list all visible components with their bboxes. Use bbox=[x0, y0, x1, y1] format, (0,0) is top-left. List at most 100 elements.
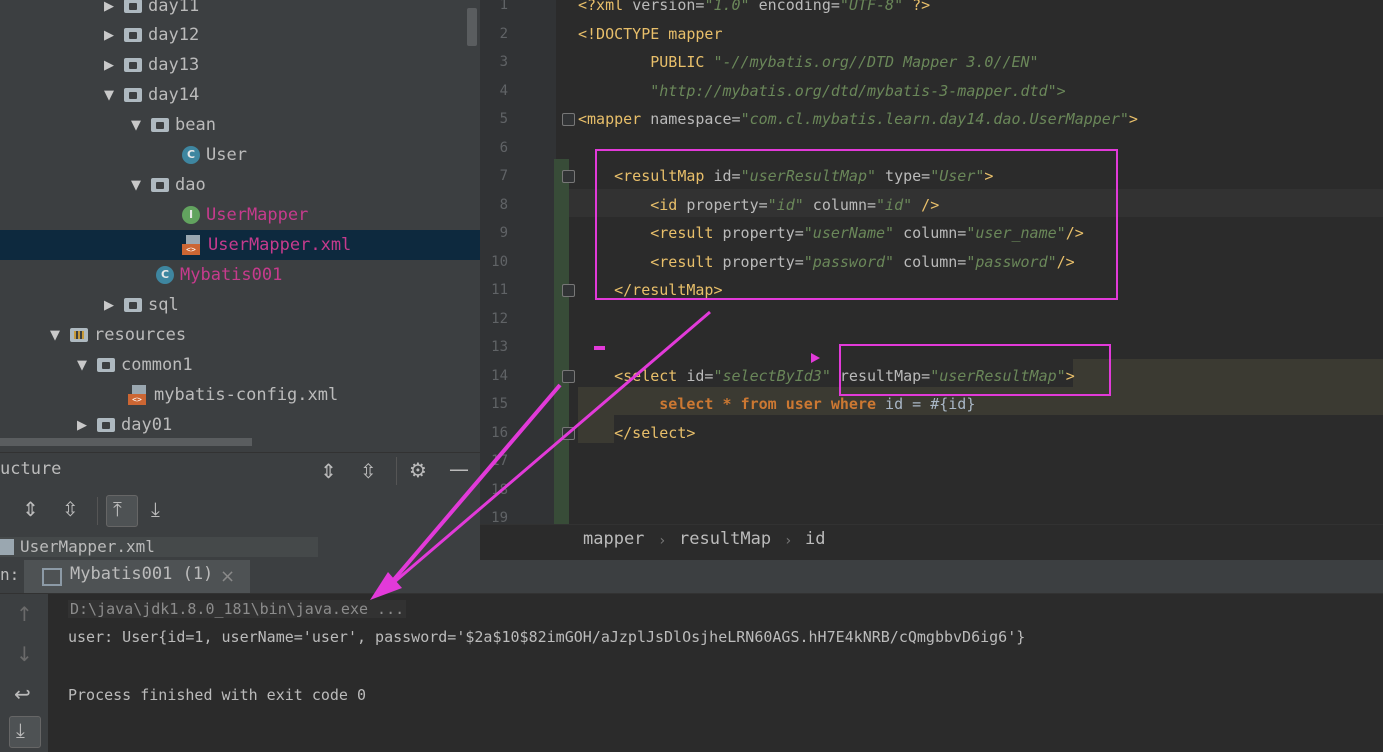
annotation-mark bbox=[594, 346, 605, 350]
line-number: 16 bbox=[491, 425, 508, 441]
line-number: 1 bbox=[499, 0, 508, 13]
collapse-all-icon[interactable]: ⇳ bbox=[360, 459, 377, 483]
breadcrumb-item-id[interactable]: id bbox=[805, 529, 825, 549]
chevron-right-icon[interactable]: ▶ bbox=[100, 28, 118, 43]
folder-icon bbox=[97, 358, 115, 372]
line-number: 8 bbox=[499, 197, 508, 213]
arrow-down-icon[interactable]: ↓ bbox=[16, 642, 33, 666]
interface-icon: I bbox=[182, 206, 200, 224]
close-icon[interactable]: × bbox=[220, 566, 235, 587]
run-side-toolbar: ↑ ↓ ↩ ⤓ bbox=[0, 594, 48, 752]
annotation-box-resultmap bbox=[595, 149, 1118, 300]
run-config-icon bbox=[42, 568, 62, 586]
breadcrumb: mapper › resultMap › id bbox=[480, 524, 1383, 560]
tree-vertical-scrollbar[interactable] bbox=[467, 8, 477, 46]
tree-item-day12[interactable]: ▶ day12 bbox=[0, 20, 480, 50]
chevron-down-icon[interactable]: ▼ bbox=[100, 88, 118, 103]
line-number: 17 bbox=[491, 453, 508, 469]
tree-item-day11[interactable]: ▶ day11 bbox=[0, 0, 480, 21]
expand-icon[interactable]: ⇕ bbox=[22, 497, 39, 521]
run-console[interactable]: ↑ ↓ ↩ ⤓ D:\java\jdk1.8.0_181\bin\java.ex… bbox=[0, 594, 1383, 752]
folder-icon bbox=[124, 58, 142, 72]
xml-file-icon bbox=[182, 235, 202, 255]
tree-item-mybatis-config[interactable]: mybatis-config.xml bbox=[0, 380, 480, 410]
tree-item-mybatis001[interactable]: C Mybatis001 bbox=[0, 260, 480, 290]
tree-item-resources[interactable]: ▼ resources bbox=[0, 320, 480, 350]
autoscroll-to-source-toggle[interactable] bbox=[106, 495, 138, 527]
scroll-to-end-toggle[interactable] bbox=[9, 716, 41, 748]
fold-marker-icon[interactable] bbox=[562, 370, 575, 383]
chevron-right-icon[interactable]: ▶ bbox=[100, 0, 118, 14]
breadcrumb-item-mapper[interactable]: mapper bbox=[583, 529, 644, 549]
project-tree: ▶ day11 ▶ day12 ▶ day13 ▼ day14 ▼ bean C… bbox=[0, 0, 480, 452]
divider bbox=[97, 497, 98, 525]
expand-all-icon[interactable]: ⇕ bbox=[320, 459, 337, 483]
structure-title: ucture bbox=[0, 459, 62, 479]
tree-item-sql[interactable]: ▶ sql bbox=[0, 290, 480, 320]
line-number: 7 bbox=[499, 168, 508, 184]
tree-item-day13[interactable]: ▶ day13 bbox=[0, 50, 480, 80]
tree-horizontal-scrollbar[interactable] bbox=[0, 438, 252, 446]
chevron-right-icon: › bbox=[784, 533, 793, 549]
line-number: 9 bbox=[499, 225, 508, 241]
fold-marker-icon[interactable] bbox=[562, 170, 575, 183]
tree-item-day01[interactable]: ▶ day01 bbox=[0, 410, 480, 440]
sql-highlight bbox=[1073, 359, 1383, 387]
runnable-class-icon: C bbox=[156, 266, 174, 284]
chevron-right-icon[interactable]: ▶ bbox=[100, 298, 118, 313]
xml-file-icon bbox=[0, 539, 14, 555]
tree-item-bean[interactable]: ▼ bean bbox=[0, 110, 480, 140]
console-command-line: D:\java\jdk1.8.0_181\bin\java.exe ... bbox=[68, 600, 407, 618]
line-number: 5 bbox=[499, 111, 508, 127]
line-number: 13 bbox=[491, 339, 508, 355]
soft-wrap-icon[interactable]: ↩ bbox=[14, 682, 31, 706]
fold-marker-icon[interactable] bbox=[562, 284, 575, 297]
run-label: n: bbox=[0, 565, 20, 584]
chevron-right-icon[interactable]: ▶ bbox=[100, 58, 118, 73]
line-number: 12 bbox=[491, 311, 508, 327]
tree-item-usermapper-xml[interactable]: UserMapper.xml bbox=[0, 230, 480, 260]
collapse-icon[interactable]: ⇳ bbox=[62, 497, 79, 521]
arrow-up-icon[interactable]: ↑ bbox=[16, 602, 33, 626]
code-line-5: <mapper namespace="com.cl.mybatis.learn.… bbox=[578, 110, 1138, 128]
console-exit-line: Process finished with exit code 0 bbox=[68, 686, 367, 704]
divider bbox=[396, 457, 397, 485]
class-icon: C bbox=[182, 146, 200, 164]
fold-marker-icon[interactable] bbox=[562, 427, 575, 440]
tree-item-user-class[interactable]: C User bbox=[0, 140, 480, 170]
chevron-down-icon[interactable]: ▼ bbox=[73, 358, 91, 373]
resources-folder-icon bbox=[70, 328, 88, 342]
arrow-down-to-line-icon[interactable]: ⤓ bbox=[151, 497, 160, 521]
code-editor[interactable]: 1 2 3 4 5 6 7 8 9 10 11 12 13 14 15 16 17 18 19 <?xml vers… bbox=[480, 0, 1383, 560]
annotation-pointer-icon bbox=[811, 353, 820, 363]
tree-item-dao[interactable]: ▼ dao bbox=[0, 170, 480, 200]
run-tool-window-header: n: Mybatis001 (1) × bbox=[0, 560, 1383, 594]
chevron-down-icon[interactable]: ▼ bbox=[127, 178, 145, 193]
vcs-change-marker bbox=[554, 159, 569, 524]
structure-file-node[interactable]: UserMapper.xml bbox=[0, 537, 318, 557]
chevron-down-icon[interactable]: ▼ bbox=[46, 328, 64, 343]
chevron-down-icon[interactable]: ▼ bbox=[127, 118, 145, 133]
code-line-3: PUBLIC "-//mybatis.org//DTD Mapper 3.0//… bbox=[650, 53, 1039, 71]
line-number: 2 bbox=[499, 26, 508, 42]
scroll-to-end-icon: ⤓ bbox=[16, 718, 25, 742]
line-number: 15 bbox=[491, 396, 508, 412]
tree-item-day14[interactable]: ▼ day14 bbox=[0, 80, 480, 110]
run-tab-mybatis001[interactable]: Mybatis001 (1) × bbox=[24, 560, 250, 593]
folder-icon bbox=[124, 88, 142, 102]
code-line-2: <!DOCTYPE mapper bbox=[578, 25, 723, 43]
line-number: 3 bbox=[499, 54, 508, 70]
code-line-4: "http://mybatis.org/dtd/mybatis-3-mapper… bbox=[650, 82, 1066, 100]
fold-marker-icon[interactable] bbox=[562, 113, 575, 126]
tree-item-common1[interactable]: ▼ common1 bbox=[0, 350, 480, 380]
breadcrumb-item-resultmap[interactable]: resultMap bbox=[679, 529, 771, 549]
minimize-icon[interactable]: — bbox=[449, 457, 469, 481]
chevron-right-icon[interactable]: ▶ bbox=[73, 418, 91, 433]
folder-icon bbox=[151, 118, 169, 132]
code-line-16: </select> bbox=[614, 424, 696, 442]
folder-icon bbox=[124, 28, 142, 42]
tree-item-usermapper[interactable]: I UserMapper bbox=[0, 200, 480, 230]
gear-icon[interactable]: ⚙ bbox=[409, 458, 427, 482]
folder-icon bbox=[124, 0, 142, 13]
folder-icon bbox=[124, 298, 142, 312]
